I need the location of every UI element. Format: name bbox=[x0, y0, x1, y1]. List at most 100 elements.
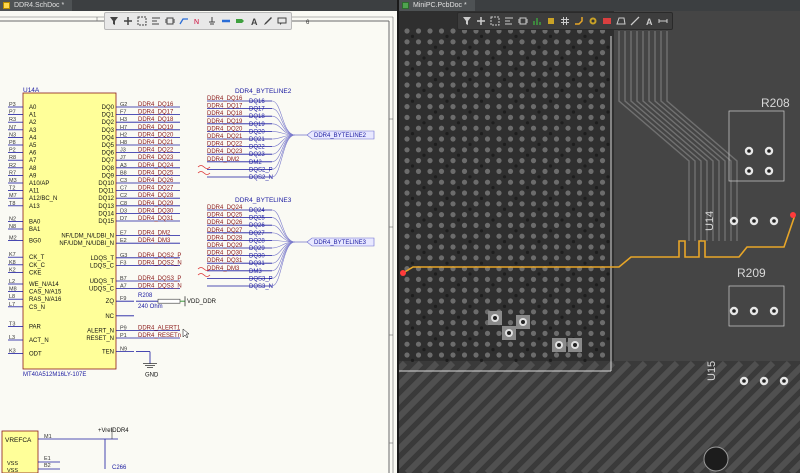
line-icon[interactable] bbox=[628, 14, 642, 28]
wire-icon[interactable] bbox=[177, 14, 191, 28]
diff-pair-marker bbox=[197, 165, 211, 169]
drawing-icon[interactable] bbox=[261, 14, 275, 28]
fill-icon[interactable] bbox=[600, 14, 614, 28]
net-label-icon[interactable]: N bbox=[191, 14, 205, 28]
via-hole bbox=[560, 56, 564, 60]
via-hole bbox=[583, 229, 587, 233]
schematic-document-tab[interactable]: DDR4.SchDoc * bbox=[0, 0, 73, 11]
mounting-hole[interactable] bbox=[703, 446, 729, 472]
pcb-canvas[interactable]: R208 R209 U14 U15 bbox=[399, 11, 800, 473]
pin-number: M8 bbox=[9, 287, 17, 293]
resistor-body[interactable] bbox=[157, 298, 181, 304]
bga-via bbox=[427, 93, 433, 99]
bga-via bbox=[404, 179, 410, 185]
comment-icon[interactable] bbox=[275, 14, 289, 28]
bga-via bbox=[553, 255, 560, 261]
via-hole bbox=[594, 315, 599, 319]
bga-via bbox=[576, 255, 583, 261]
bga-via bbox=[496, 71, 502, 77]
bga-via bbox=[484, 82, 491, 88]
component-pad-hole bbox=[752, 219, 756, 223]
bus-icon[interactable] bbox=[219, 14, 233, 28]
via-hole bbox=[583, 99, 587, 103]
bga-via bbox=[553, 136, 560, 142]
bga-via bbox=[519, 93, 525, 99]
bga-via bbox=[438, 114, 445, 120]
bga-via bbox=[461, 212, 468, 218]
port-icon[interactable] bbox=[233, 14, 247, 28]
trace-endpoint[interactable] bbox=[400, 270, 406, 276]
via-hole bbox=[433, 304, 438, 308]
via-hole bbox=[606, 272, 610, 276]
bga-via bbox=[565, 158, 571, 164]
pin-number: E7 bbox=[120, 231, 127, 237]
pcb-document-tab[interactable]: MiniPC.PcbDoc * bbox=[399, 0, 475, 11]
via-hole bbox=[525, 218, 530, 222]
component-icon[interactable] bbox=[516, 14, 530, 28]
route-icon[interactable] bbox=[572, 14, 586, 28]
bga-via bbox=[404, 201, 410, 207]
bga-via bbox=[461, 114, 468, 120]
filter-icon[interactable] bbox=[460, 14, 474, 28]
bga-via bbox=[473, 147, 479, 153]
via-hole bbox=[433, 78, 438, 82]
dimension-icon[interactable] bbox=[656, 14, 670, 28]
poly-icon[interactable] bbox=[614, 14, 628, 28]
bga-via bbox=[496, 352, 502, 358]
pin-name: NF/LDM_N/LDBI_N bbox=[61, 234, 114, 240]
bga-via bbox=[496, 298, 502, 304]
schematic-canvas[interactable]: 6U14AMT40A512M16LY-107EP3 A0P7 A1R3 A2N7 A3N… bbox=[0, 11, 397, 473]
bga-via bbox=[565, 212, 571, 218]
bga-via bbox=[496, 179, 502, 185]
align-icon[interactable] bbox=[149, 14, 163, 28]
via-hole bbox=[571, 240, 576, 244]
right-pin[interactable]: NC bbox=[105, 314, 134, 320]
bga-via bbox=[461, 222, 468, 228]
bga-via bbox=[450, 60, 456, 66]
via-hole bbox=[422, 88, 426, 92]
bga-via bbox=[542, 298, 548, 304]
pin-number: K2 bbox=[9, 267, 16, 273]
via-hole bbox=[468, 142, 472, 146]
gnd-symbol[interactable] bbox=[143, 363, 157, 368]
via-hole bbox=[583, 132, 587, 136]
via-hole bbox=[606, 304, 610, 308]
chart-icon[interactable] bbox=[530, 14, 544, 28]
via-hole bbox=[560, 153, 564, 157]
via-hole bbox=[410, 132, 415, 136]
rect-select-icon[interactable] bbox=[488, 14, 502, 28]
bga-via bbox=[473, 244, 479, 250]
bga-via bbox=[588, 147, 594, 153]
via-hole bbox=[560, 121, 564, 125]
text-icon[interactable]: A bbox=[642, 14, 656, 28]
bga-via bbox=[576, 352, 583, 358]
bga-via bbox=[542, 190, 548, 196]
text-icon[interactable]: A bbox=[247, 14, 261, 28]
bus-net-label: DDR4_DQ16 bbox=[207, 96, 243, 102]
rect-select-icon[interactable] bbox=[135, 14, 149, 28]
align-icon[interactable] bbox=[502, 14, 516, 28]
schematic-editor[interactable]: DDR4.SchDoc * 6 U14A MT40A512M16LY-107E P3 A… bbox=[0, 0, 397, 473]
bga-via bbox=[565, 104, 571, 110]
filter-icon[interactable] bbox=[107, 14, 121, 28]
bga-via bbox=[427, 352, 433, 358]
vrefca-part[interactable]: VREFCA VSSVSS M1 +VrefDDR4 E1B2 C266 bbox=[1, 428, 129, 473]
pad-icon[interactable] bbox=[544, 14, 558, 28]
pin-number: H8 bbox=[120, 140, 127, 146]
power-port-icon[interactable] bbox=[205, 14, 219, 28]
via-hole bbox=[468, 110, 472, 114]
add-icon[interactable] bbox=[474, 14, 488, 28]
component-icon[interactable] bbox=[163, 14, 177, 28]
via-hole bbox=[479, 132, 484, 136]
pcb-editor[interactable]: MiniPC.PcbDoc * R208 R209 U14 U15 A bbox=[399, 0, 800, 473]
grid-icon[interactable] bbox=[558, 14, 572, 28]
bga-via bbox=[484, 93, 491, 99]
bga-via bbox=[565, 60, 571, 66]
bga-via bbox=[553, 60, 560, 66]
bus-net-label: DDR4_DQ18 bbox=[207, 111, 243, 117]
add-icon[interactable] bbox=[121, 14, 135, 28]
bga-via bbox=[438, 60, 445, 66]
trace-endpoint[interactable] bbox=[790, 212, 796, 218]
bus-pin-label: DQ21 bbox=[249, 137, 265, 143]
via-icon[interactable] bbox=[586, 14, 600, 28]
